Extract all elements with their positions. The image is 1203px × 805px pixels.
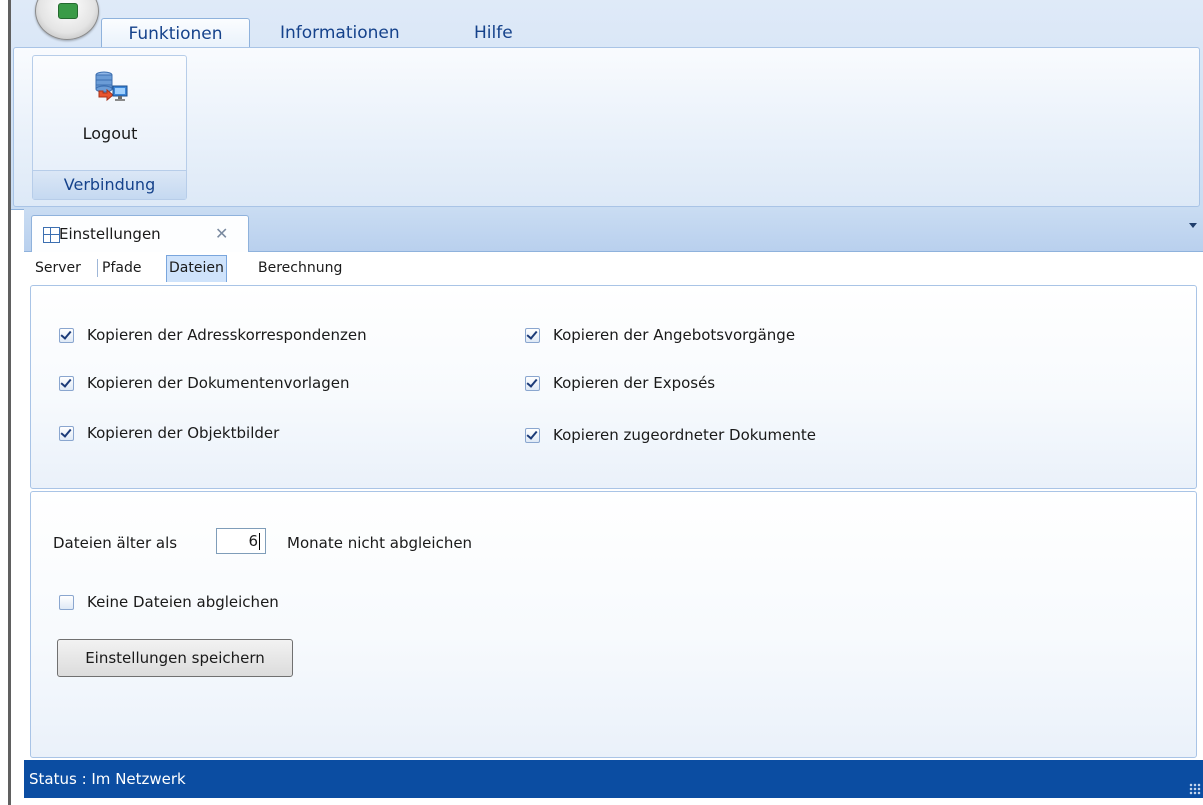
- close-icon[interactable]: ✕: [215, 224, 228, 243]
- resize-grip-icon[interactable]: [1189, 783, 1201, 795]
- settings-tab-dateien[interactable]: Dateien: [166, 255, 227, 282]
- ribbon-group-caption: Verbindung: [33, 170, 186, 199]
- checkbox-adresskorrespondenzen[interactable]: [59, 328, 74, 343]
- checkbox-exposes[interactable]: [525, 376, 540, 391]
- settings-tab-bar: Server Pfade Dateien Berechnung: [30, 252, 1203, 282]
- age-prefix-label: Dateien älter als: [53, 534, 178, 552]
- logout-label: Logout: [82, 124, 138, 143]
- database-logout-icon: [95, 71, 128, 102]
- document-tab-strip: Einstellungen ✕: [24, 209, 1203, 252]
- checkbox-label: Kopieren der Dokumentenvorlagen: [87, 374, 350, 392]
- document-tab-einstellungen[interactable]: Einstellungen ✕: [31, 215, 249, 252]
- ribbon-tab-row: Funktionen Informationen Hilfe: [11, 14, 1203, 49]
- document-tab-title: Einstellungen: [59, 225, 161, 243]
- age-suffix-label: Monate nicht abgleichen: [287, 534, 473, 552]
- logout-button[interactable]: Logout: [51, 60, 169, 160]
- tab-separator: [97, 259, 98, 277]
- months-value: 6: [248, 532, 258, 550]
- settings-grid-icon: [43, 227, 60, 243]
- settings-tab-pfade[interactable]: Pfade: [102, 256, 141, 280]
- settings-tab-server[interactable]: Server: [35, 256, 81, 280]
- chevron-down-icon[interactable]: [1189, 223, 1197, 228]
- checkbox-zugeordnete-dokumente[interactable]: [525, 428, 540, 443]
- status-text: Status : Im Netzwerk: [29, 770, 186, 788]
- checkbox-label: Keine Dateien abgleichen: [87, 593, 279, 611]
- checkbox-dokumentenvorlagen[interactable]: [59, 376, 74, 391]
- ribbon-panel: Logout Verbindung: [13, 47, 1200, 207]
- ribbon-tab-funktionen[interactable]: Funktionen: [101, 18, 250, 49]
- ribbon-tab-hilfe[interactable]: Hilfe: [474, 20, 513, 46]
- checkbox-label: Kopieren der Exposés: [553, 374, 716, 392]
- ribbon-group-verbindung: Logout Verbindung: [32, 55, 187, 200]
- sync-settings-panel: Dateien älter als 6 Monate nicht abgleic…: [30, 491, 1197, 758]
- checkbox-label: Kopieren zugeordneter Dokumente: [553, 426, 816, 444]
- settings-tab-berechnung[interactable]: Berechnung: [258, 256, 342, 280]
- months-input[interactable]: 6: [216, 528, 266, 554]
- save-settings-button[interactable]: Einstellungen speichern: [57, 639, 293, 677]
- checkbox-angebotsvorgaenge[interactable]: [525, 328, 540, 343]
- status-bar: Status : Im Netzwerk: [24, 760, 1203, 798]
- checkbox-objektbilder[interactable]: [59, 426, 74, 441]
- copy-options-panel: Kopieren der Adresskorrespondenzen Kopie…: [30, 285, 1197, 489]
- ribbon-tab-informationen[interactable]: Informationen: [280, 20, 400, 46]
- checkbox-keine-dateien[interactable]: [59, 595, 74, 610]
- checkbox-label: Kopieren der Adresskorrespondenzen: [87, 326, 367, 344]
- text-caret: [259, 533, 260, 550]
- ribbon: Funktionen Informationen Hilfe Logout Ve…: [11, 0, 1203, 210]
- checkbox-label: Kopieren der Angebotsvorgänge: [553, 326, 796, 344]
- checkbox-label: Kopieren der Objektbilder: [87, 424, 280, 442]
